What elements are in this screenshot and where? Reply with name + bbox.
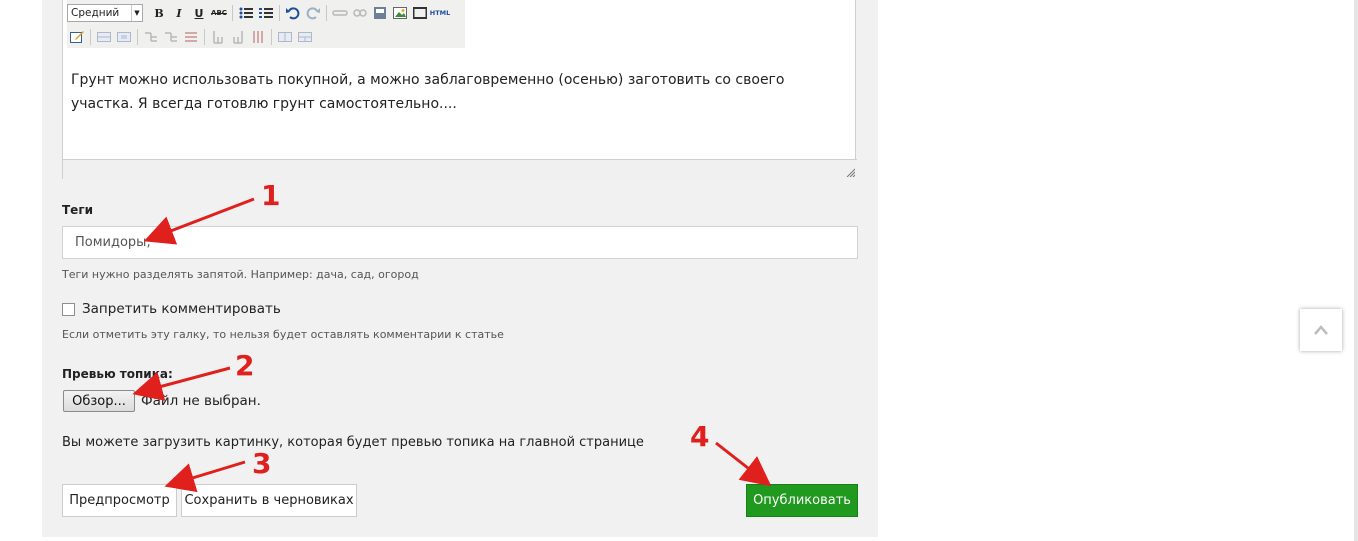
preview-button[interactable]: Предпросмотр bbox=[62, 484, 177, 517]
rich-text-editor[interactable]: Средний ▼ B I U ABC HTML Грунт можно исп… bbox=[62, 0, 857, 179]
forbid-comments-hint: Если отметить эту галку, то нельзя будет… bbox=[62, 328, 504, 341]
bold-icon[interactable]: B bbox=[149, 3, 169, 23]
merge-cells-icon[interactable] bbox=[295, 27, 315, 47]
image-icon[interactable] bbox=[390, 3, 410, 23]
horizontal-rule-icon[interactable] bbox=[410, 3, 430, 23]
file-status: Файл не выбран. bbox=[141, 393, 261, 409]
unlink-icon[interactable] bbox=[350, 3, 370, 23]
edit-table-icon[interactable] bbox=[67, 27, 87, 47]
bullet-list-icon[interactable] bbox=[236, 3, 256, 23]
table-row-props-icon[interactable] bbox=[94, 27, 114, 47]
insert-col-before-icon[interactable] bbox=[208, 27, 228, 47]
tags-input-value: Помидоры, bbox=[75, 235, 151, 250]
editor-toolbar: Средний ▼ B I U ABC HTML bbox=[67, 0, 465, 48]
insert-row-after-icon[interactable] bbox=[161, 27, 181, 47]
browse-file-button[interactable]: Обзор... bbox=[63, 390, 135, 412]
font-size-select[interactable]: Средний ▼ bbox=[67, 4, 143, 22]
delete-col-icon[interactable] bbox=[248, 27, 268, 47]
link-icon[interactable] bbox=[330, 3, 350, 23]
toolbar-divider bbox=[232, 5, 233, 21]
resize-grip-icon[interactable] bbox=[845, 167, 855, 177]
chevron-up-icon bbox=[1314, 325, 1328, 335]
toolbar-divider bbox=[326, 5, 327, 21]
underline-icon[interactable]: U bbox=[189, 3, 209, 23]
tags-label: Теги bbox=[62, 203, 94, 217]
preview-label: Превью топика: bbox=[62, 367, 173, 381]
media-icon[interactable] bbox=[370, 3, 390, 23]
strikethrough-icon[interactable]: ABC bbox=[209, 3, 229, 23]
italic-icon[interactable]: I bbox=[169, 3, 189, 23]
delete-row-icon[interactable] bbox=[181, 27, 201, 47]
editor-statusbar bbox=[63, 159, 857, 179]
editor-content[interactable]: Грунт можно использовать покупной, а мож… bbox=[71, 68, 851, 116]
forbid-comments-checkbox[interactable] bbox=[62, 303, 75, 316]
save-draft-button[interactable]: Сохранить в черновиках bbox=[181, 484, 357, 517]
scroll-to-top-button[interactable] bbox=[1300, 309, 1342, 351]
numbered-list-icon[interactable] bbox=[256, 3, 276, 23]
page-scrollbar-track[interactable] bbox=[1354, 0, 1358, 541]
toolbar-divider bbox=[279, 5, 280, 21]
toolbar-divider bbox=[90, 29, 91, 45]
split-cells-icon[interactable] bbox=[275, 27, 295, 47]
chevron-down-icon: ▼ bbox=[131, 5, 142, 21]
insert-col-after-icon[interactable] bbox=[228, 27, 248, 47]
html-icon[interactable]: HTML bbox=[430, 3, 450, 23]
toolbar-divider bbox=[137, 29, 138, 45]
redo-icon[interactable] bbox=[303, 3, 323, 23]
table-cell-props-icon[interactable] bbox=[114, 27, 134, 47]
undo-icon[interactable] bbox=[283, 3, 303, 23]
publish-button[interactable]: Опубликовать bbox=[746, 484, 858, 517]
page: Средний ▼ B I U ABC HTML Грунт можно исп… bbox=[0, 0, 1358, 541]
font-size-select-value: Средний bbox=[71, 7, 120, 19]
insert-row-before-icon[interactable] bbox=[141, 27, 161, 47]
tags-hint: Теги нужно разделять запятой. Например: … bbox=[62, 268, 419, 281]
toolbar-divider bbox=[271, 29, 272, 45]
preview-upload-note: Вы можете загрузить картинку, которая бу… bbox=[62, 435, 644, 450]
tags-input[interactable]: Помидоры, bbox=[62, 226, 858, 259]
toolbar-divider bbox=[204, 29, 205, 45]
forbid-comments-label[interactable]: Запретить комментировать bbox=[82, 301, 281, 317]
